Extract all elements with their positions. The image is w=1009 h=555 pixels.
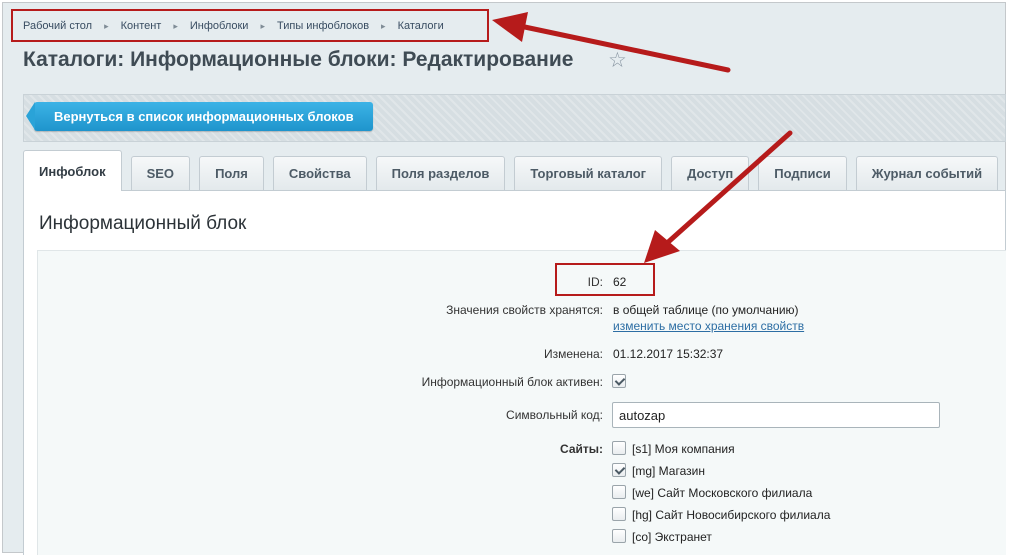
- active-checkbox[interactable]: [612, 374, 626, 388]
- modified-value: 01.12.2017 15:32:37: [613, 347, 724, 361]
- tab-section-fields[interactable]: Поля разделов: [375, 156, 506, 190]
- tab-iblock[interactable]: Инфоблок: [23, 150, 122, 191]
- site-label-s1: [s1] Моя компания: [632, 442, 735, 456]
- site-checkbox-co[interactable]: [612, 529, 626, 543]
- annotation-box-breadcrumb: [11, 9, 489, 42]
- tab-captions[interactable]: Подписи: [758, 156, 847, 190]
- page-title: Каталоги: Информационные блоки: Редактир…: [23, 48, 574, 71]
- code-label: Символьный код:: [506, 408, 603, 422]
- modified-label: Изменена:: [544, 347, 603, 361]
- star-icon[interactable]: ☆: [608, 50, 630, 72]
- site-checkbox-hg[interactable]: [612, 507, 626, 521]
- code-input[interactable]: [612, 402, 940, 428]
- storage-value: в общей таблице (по умолчанию): [613, 303, 799, 317]
- site-label-mg: [mg] Магазин: [632, 464, 705, 478]
- section-title: Информационный блок: [39, 213, 247, 234]
- admin-page: Рабочий стол ▸ Контент ▸ Инфоблоки ▸ Тип…: [0, 0, 1009, 555]
- tab-event-log[interactable]: Журнал событий: [855, 156, 999, 190]
- tab-trade-catalog[interactable]: Торговый каталог: [514, 156, 663, 190]
- tab-properties[interactable]: Свойства: [272, 156, 367, 190]
- site-checkbox-s1[interactable]: [612, 441, 626, 455]
- storage-label: Значения свойств хранятся:: [446, 303, 603, 317]
- back-to-list-label: Вернуться в список информационных блоков: [54, 109, 354, 124]
- site-checkbox-mg[interactable]: [612, 463, 626, 477]
- sites-label: Сайты:: [560, 442, 603, 456]
- tab-fields[interactable]: Поля: [199, 156, 264, 190]
- site-label-we: [we] Сайт Московского филиала: [632, 486, 813, 500]
- site-label-co: [co] Экстранет: [632, 530, 712, 544]
- arrow-left-icon: [26, 102, 35, 130]
- change-storage-link[interactable]: изменить место хранения свойств: [613, 319, 804, 333]
- annotation-box-id: [555, 263, 655, 296]
- active-label: Информационный блок активен:: [421, 375, 603, 389]
- tab-bar: Инфоблок SEO Поля Свойства Поля разделов…: [23, 150, 1007, 191]
- site-label-hg: [hg] Сайт Новосибирского филиала: [632, 508, 831, 522]
- tab-access[interactable]: Доступ: [671, 156, 750, 190]
- back-to-list-button[interactable]: Вернуться в список информационных блоков: [26, 102, 373, 131]
- site-checkbox-we[interactable]: [612, 485, 626, 499]
- tab-seo[interactable]: SEO: [130, 156, 191, 190]
